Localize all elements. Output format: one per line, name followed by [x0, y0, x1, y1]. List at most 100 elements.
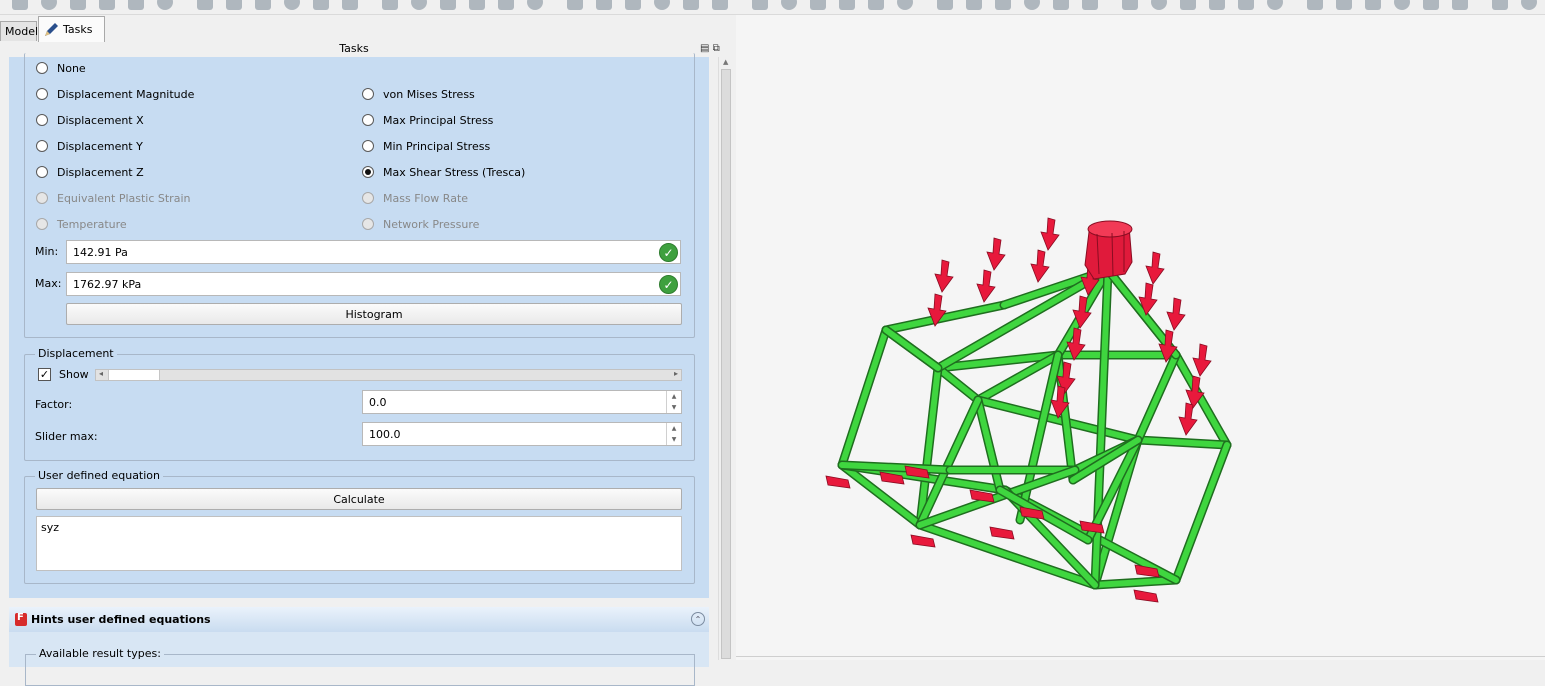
- min-field[interactable]: 142.91 Pa ✓: [66, 240, 681, 264]
- toolbar-icon[interactable]: [128, 0, 144, 10]
- toolbar-icon[interactable]: [1122, 0, 1138, 10]
- toolbar-icon[interactable]: [342, 0, 358, 10]
- toolbar-icon[interactable]: [1053, 0, 1069, 10]
- displacement-group-title: Displacement: [35, 347, 117, 360]
- toolbar-icon[interactable]: [1238, 0, 1254, 10]
- slider-right-arrow[interactable]: ▸: [674, 369, 678, 378]
- checkbox-box[interactable]: ✓: [38, 368, 51, 381]
- histogram-button[interactable]: Histogram: [66, 303, 682, 325]
- toolbar-icon[interactable]: [625, 0, 641, 10]
- toolbar-icon[interactable]: [1267, 0, 1283, 10]
- slider-left-arrow[interactable]: ◂: [99, 369, 103, 378]
- radio-dot[interactable]: [36, 62, 48, 74]
- radio-dot[interactable]: [362, 114, 374, 126]
- tab-tasks[interactable]: Tasks: [38, 16, 105, 42]
- toolbar-icon[interactable]: [995, 0, 1011, 10]
- slider-max-label: Slider max:: [35, 430, 98, 443]
- calculate-button[interactable]: Calculate: [36, 488, 682, 510]
- toolbar-icon[interactable]: [226, 0, 242, 10]
- float-icon[interactable]: ⧉: [713, 43, 720, 54]
- toolbar-icon[interactable]: [284, 0, 300, 10]
- toolbar-icon[interactable]: [1452, 0, 1468, 10]
- toolbar-icon[interactable]: [498, 0, 514, 10]
- tab-model[interactable]: Model: [0, 21, 38, 41]
- radio-dot[interactable]: [36, 166, 48, 178]
- show-displacement-checkbox[interactable]: ✓ Show: [38, 368, 89, 381]
- radio-displacement-magnitude[interactable]: Displacement Magnitude: [36, 86, 194, 102]
- spin-arrows[interactable]: ▲ ▼: [666, 423, 681, 445]
- radio-dot[interactable]: [362, 88, 374, 100]
- radio-dot[interactable]: [362, 140, 374, 152]
- toolbar-icon[interactable]: [1151, 0, 1167, 10]
- collapse-icon[interactable]: ⌃: [691, 612, 705, 626]
- scroll-up-arrow[interactable]: ▲: [723, 58, 728, 66]
- radio-displacement-x[interactable]: Displacement X: [36, 112, 144, 128]
- radio-dot[interactable]: [36, 114, 48, 126]
- radio-dot[interactable]: [362, 166, 374, 178]
- top-fixture: [1084, 220, 1133, 280]
- toolbar-icon[interactable]: [1024, 0, 1040, 10]
- check-valid-icon: ✓: [659, 275, 678, 294]
- toolbar-icon[interactable]: [1082, 0, 1098, 10]
- slider-handle[interactable]: [108, 370, 160, 380]
- toolbar-icon[interactable]: [411, 0, 427, 10]
- factor-spinbox[interactable]: 0.0 ▲ ▼: [362, 390, 682, 414]
- radio-none[interactable]: None: [36, 60, 86, 76]
- toolbar-icon[interactable]: [99, 0, 115, 10]
- toolbar-icon[interactable]: [41, 0, 57, 10]
- toolbar-icon[interactable]: [313, 0, 329, 10]
- 3d-view[interactable]: [736, 15, 1545, 660]
- toolbar-icon[interactable]: [596, 0, 612, 10]
- toolbar-icon[interactable]: [1365, 0, 1381, 10]
- radio-displacement-z[interactable]: Displacement Z: [36, 164, 144, 180]
- toolbar-icon[interactable]: [12, 0, 28, 10]
- toolbar-icon[interactable]: [197, 0, 213, 10]
- toolbar-icon[interactable]: [527, 0, 543, 10]
- toolbar-icon[interactable]: [937, 0, 953, 10]
- radio-dot[interactable]: [36, 140, 48, 152]
- equation-textarea[interactable]: syz: [36, 516, 682, 571]
- toolbar-icon[interactable]: [382, 0, 398, 10]
- toolbar-icon[interactable]: [781, 0, 797, 10]
- toolbar-icon[interactable]: [1209, 0, 1225, 10]
- toolbar-icon[interactable]: [1394, 0, 1410, 10]
- toolbar-icon[interactable]: [1521, 0, 1537, 10]
- toolbar-icon[interactable]: [897, 0, 913, 10]
- toolbar-icon[interactable]: [440, 0, 456, 10]
- radio-max-principal-stress[interactable]: Max Principal Stress: [362, 112, 493, 128]
- toolbar-icon[interactable]: [966, 0, 982, 10]
- toolbar-icon[interactable]: [1307, 0, 1323, 10]
- toolbar-icon[interactable]: [810, 0, 826, 10]
- toolbar-icon[interactable]: [868, 0, 884, 10]
- toolbar-icon[interactable]: [157, 0, 173, 10]
- toolbar-icon[interactable]: [70, 0, 86, 10]
- scrollbar-thumb[interactable]: [721, 69, 731, 659]
- radio-displacement-y[interactable]: Displacement Y: [36, 138, 143, 154]
- slider-max-spinbox[interactable]: 100.0 ▲ ▼: [362, 422, 682, 446]
- toolbar-icon[interactable]: [654, 0, 670, 10]
- radio-von-mises-stress[interactable]: von Mises Stress: [362, 86, 475, 102]
- toolbar-icon[interactable]: [752, 0, 768, 10]
- displacement-slider[interactable]: ◂ ▸: [95, 369, 682, 381]
- toolbar-icon[interactable]: [712, 0, 728, 10]
- toolbar-icon[interactable]: [1423, 0, 1439, 10]
- toolbar-icon[interactable]: [255, 0, 271, 10]
- radio-max-shear-stress-tresca[interactable]: Max Shear Stress (Tresca): [362, 164, 525, 180]
- max-field[interactable]: 1762.97 kPa ✓: [66, 272, 681, 296]
- radio-min-principal-stress[interactable]: Min Principal Stress: [362, 138, 490, 154]
- spin-arrows[interactable]: ▲ ▼: [666, 391, 681, 413]
- radio-dot[interactable]: [36, 88, 48, 100]
- toolbar-icon[interactable]: [1180, 0, 1196, 10]
- toolbar-icon[interactable]: [839, 0, 855, 10]
- radio-label: Mass Flow Rate: [383, 191, 469, 205]
- toolbar-icon[interactable]: [1336, 0, 1352, 10]
- task-panel-scrollbar[interactable]: ▲: [718, 57, 734, 660]
- restore-icon[interactable]: ▤: [700, 43, 709, 54]
- toolbar-icon[interactable]: [567, 0, 583, 10]
- radio-dot: [36, 192, 48, 204]
- factor-value: 0.0: [369, 395, 387, 409]
- toolbar-icon[interactable]: [683, 0, 699, 10]
- hints-header[interactable]: Hints user defined equations ⌃: [9, 607, 709, 632]
- toolbar-icon[interactable]: [1492, 0, 1508, 10]
- toolbar-icon[interactable]: [469, 0, 485, 10]
